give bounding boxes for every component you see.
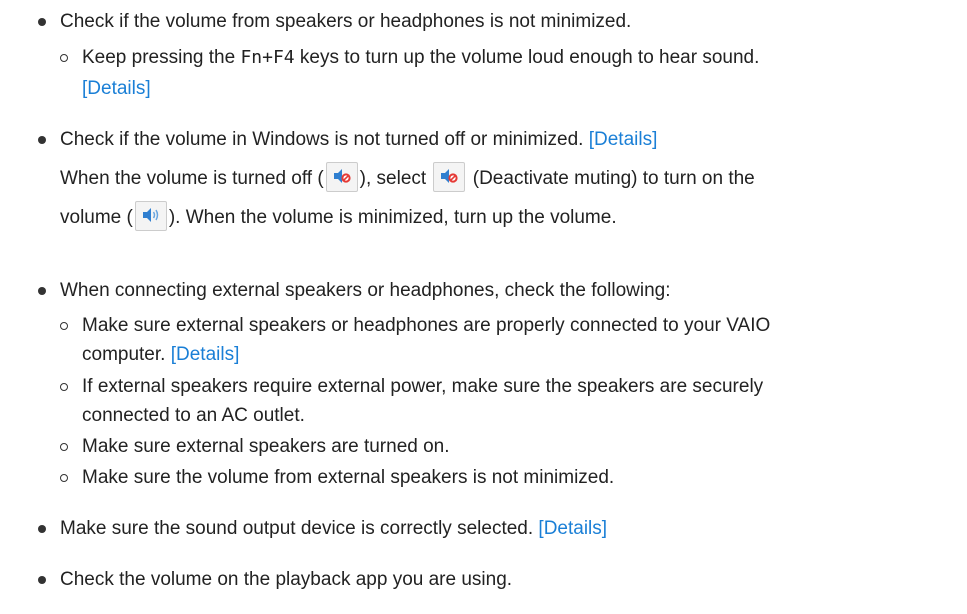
- item-text: When the volume is turned off (: [60, 168, 324, 190]
- item-text: When connecting external speakers or hea…: [60, 280, 671, 301]
- item-text: Make sure the sound output device is cor…: [60, 518, 539, 539]
- list-item: Check the volume on the playback app you…: [60, 568, 512, 592]
- details-link[interactable]: [Details]: [171, 344, 240, 365]
- item-text: Check the volume on the playback app you…: [60, 569, 513, 590]
- item-text: Check if the volume from speakers or hea…: [60, 11, 632, 32]
- sub-list-item-cont: connected to an AC outlet.: [82, 404, 305, 428]
- bullet: [38, 136, 46, 144]
- list-item-cont: When the volume is turned off ( ), select…: [60, 162, 755, 194]
- list-item: Check if the volume in Windows is not tu…: [60, 128, 657, 152]
- item-text: Make sure external speakers are turned o…: [82, 436, 450, 457]
- list-item: When connecting external speakers or hea…: [60, 279, 671, 303]
- sub-bullet: [60, 443, 68, 451]
- item-text: ), select: [359, 168, 432, 190]
- item-text: keys to turn up the volume loud enough t…: [294, 47, 760, 68]
- sub-list-item-cont: computer. [Details]: [82, 343, 239, 367]
- sub-list-item: If external speakers require external po…: [82, 375, 763, 399]
- item-text: Make sure external speakers or headphone…: [82, 315, 771, 336]
- details-link[interactable]: [Details]: [589, 129, 658, 150]
- sub-bullet: [60, 474, 68, 482]
- details-link[interactable]: [Details]: [538, 518, 607, 539]
- bullet: [38, 287, 46, 295]
- speaker-unmuted-icon: [134, 201, 167, 231]
- list-item: Make sure the sound output device is cor…: [60, 517, 607, 541]
- item-text: Keep pressing the: [82, 47, 241, 68]
- item-text: computer.: [82, 344, 171, 365]
- speaker-muted-icon: [433, 162, 466, 192]
- bullet: [38, 525, 46, 533]
- item-text: Make sure the volume from external speak…: [82, 467, 615, 488]
- sub-list-item: Make sure the volume from external speak…: [82, 466, 614, 490]
- item-text: connected to an AC outlet.: [82, 405, 305, 426]
- list-item: Check if the volume from speakers or hea…: [60, 10, 631, 34]
- sub-bullet: [60, 383, 68, 391]
- item-text: (Deactivate muting) to turn on the: [467, 168, 755, 190]
- bullet: [38, 576, 46, 584]
- sub-bullet: [60, 322, 68, 330]
- item-text: If external speakers require external po…: [82, 376, 764, 397]
- item-text: Check if the volume in Windows is not tu…: [60, 129, 589, 150]
- item-text: ). When the volume is minimized, turn up…: [168, 207, 617, 229]
- key-combo: Fn+F4: [240, 47, 295, 68]
- sub-list-item-cont: [Details]: [82, 77, 151, 101]
- list-item-cont: volume ( ). When the volume is minimized,…: [60, 201, 617, 233]
- sub-bullet: [60, 54, 68, 62]
- bullet: [38, 18, 46, 26]
- sub-list-item: Keep pressing the Fn+F4 keys to turn up …: [82, 46, 759, 70]
- details-link[interactable]: [Details]: [82, 78, 151, 99]
- speaker-muted-icon: [325, 162, 358, 192]
- sub-list-item: Make sure external speakers or headphone…: [82, 314, 770, 338]
- sub-list-item: Make sure external speakers are turned o…: [82, 435, 450, 459]
- item-text: volume (: [60, 207, 133, 229]
